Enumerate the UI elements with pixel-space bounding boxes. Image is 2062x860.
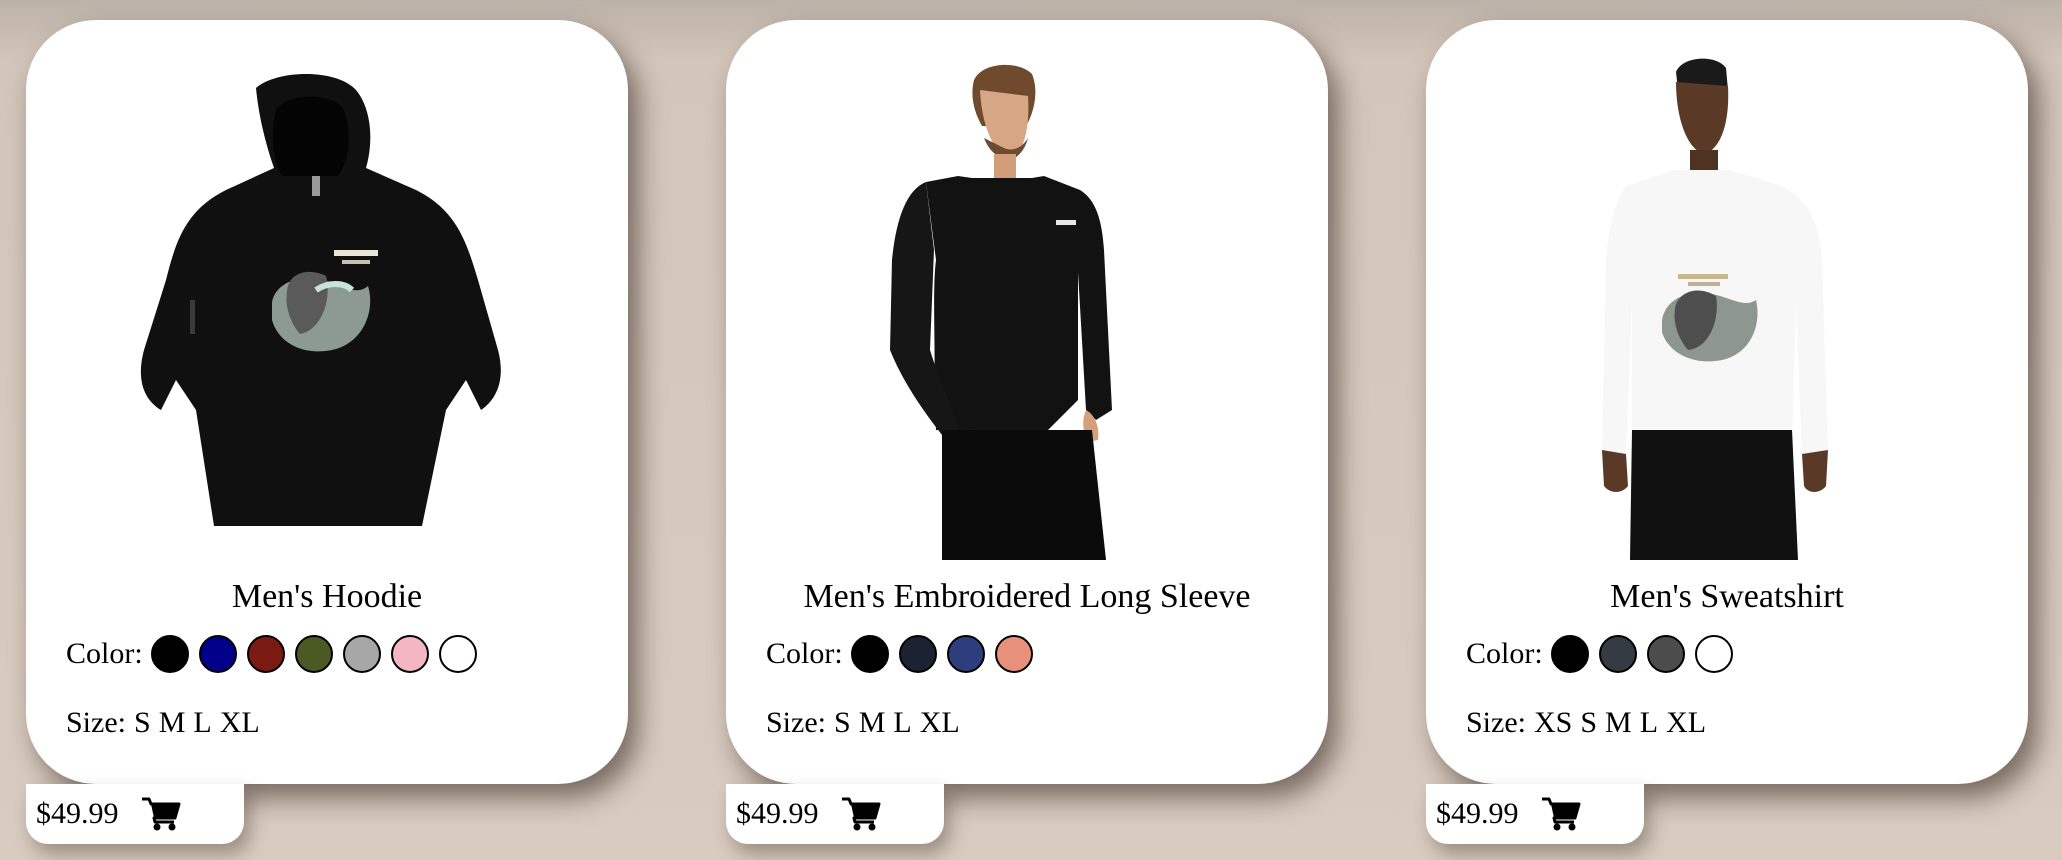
size-option-s[interactable]: S (1580, 706, 1597, 740)
color-swatch-dark-navy[interactable] (898, 635, 937, 673)
size-option-m[interactable]: M (859, 706, 886, 740)
size-option-m[interactable]: M (159, 706, 186, 740)
cart-icon[interactable] (141, 796, 181, 832)
cart-icon[interactable] (1541, 796, 1581, 832)
color-options: Color: (66, 632, 487, 676)
size-option-m[interactable]: M (1605, 706, 1632, 740)
product-title[interactable]: Men's Hoodie (26, 578, 628, 616)
size-option-xl[interactable]: XL (220, 706, 260, 740)
color-swatch-black[interactable] (150, 635, 189, 673)
color-options: Color: (766, 632, 1043, 676)
man-in-white-sweatshirt-photo[interactable] (1426, 50, 2028, 560)
product-card-body: Men's Sweatshirt Color: Size: XS S M L X… (1426, 20, 2028, 784)
color-swatch-blue[interactable] (946, 635, 985, 673)
product-card-sweatshirt[interactable]: Men's Sweatshirt Color: Size: XS S M L X… (1426, 20, 2028, 850)
product-title[interactable]: Men's Sweatshirt (1426, 578, 2028, 616)
price: $49.99 (736, 797, 819, 830)
size-option-xs[interactable]: XS (1534, 706, 1572, 740)
color-swatch-maroon[interactable] (246, 635, 285, 673)
color-swatch-gray[interactable] (342, 635, 381, 673)
color-swatch-dark-gray[interactable] (1646, 635, 1685, 673)
price: $49.99 (1436, 797, 1519, 830)
color-swatch-navy[interactable] (198, 635, 237, 673)
product-card-body: Men's Hoodie Color: Size: S M L XL (26, 20, 628, 784)
price-tab: $49.99 (26, 784, 244, 844)
color-label: Color: (66, 637, 143, 670)
man-in-black-long-sleeve-photo[interactable] (726, 50, 1328, 560)
color-swatch-olive[interactable] (294, 635, 333, 673)
size-options: Size: S M L XL (66, 706, 268, 740)
product-card-long-sleeve[interactable]: Men's Embroidered Long Sleeve Color: Siz… (726, 20, 1328, 850)
color-swatch-white[interactable] (1694, 635, 1733, 673)
color-swatch-pink[interactable] (390, 635, 429, 673)
color-label: Color: (1466, 637, 1543, 670)
product-title[interactable]: Men's Embroidered Long Sleeve (726, 578, 1328, 616)
color-label: Color: (766, 637, 843, 670)
color-swatch-black[interactable] (1550, 635, 1589, 673)
price: $49.99 (36, 797, 119, 830)
size-option-s[interactable]: S (134, 706, 151, 740)
size-option-l[interactable]: L (893, 706, 911, 740)
size-option-xl[interactable]: XL (920, 706, 960, 740)
price-tab: $49.99 (726, 784, 944, 844)
black-hoodie-photo[interactable] (26, 50, 628, 560)
product-card-hoodie[interactable]: Men's Hoodie Color: Size: S M L XL $49.9… (26, 20, 628, 850)
color-swatch-black[interactable] (850, 635, 889, 673)
size-option-l[interactable]: L (193, 706, 211, 740)
color-options: Color: (1466, 632, 1743, 676)
size-label: Size: (1466, 706, 1526, 739)
size-options: Size: XS S M L XL (1466, 706, 1714, 740)
color-swatch-charcoal[interactable] (1598, 635, 1637, 673)
size-option-s[interactable]: S (834, 706, 851, 740)
product-card-body: Men's Embroidered Long Sleeve Color: Siz… (726, 20, 1328, 784)
size-option-l[interactable]: L (1640, 706, 1658, 740)
cart-icon[interactable] (841, 796, 881, 832)
size-options: Size: S M L XL (766, 706, 968, 740)
size-label: Size: (66, 706, 126, 739)
size-option-xl[interactable]: XL (1666, 706, 1706, 740)
color-swatch-white[interactable] (438, 635, 477, 673)
color-swatch-salmon[interactable] (994, 635, 1033, 673)
size-label: Size: (766, 706, 826, 739)
price-tab: $49.99 (1426, 784, 1644, 844)
